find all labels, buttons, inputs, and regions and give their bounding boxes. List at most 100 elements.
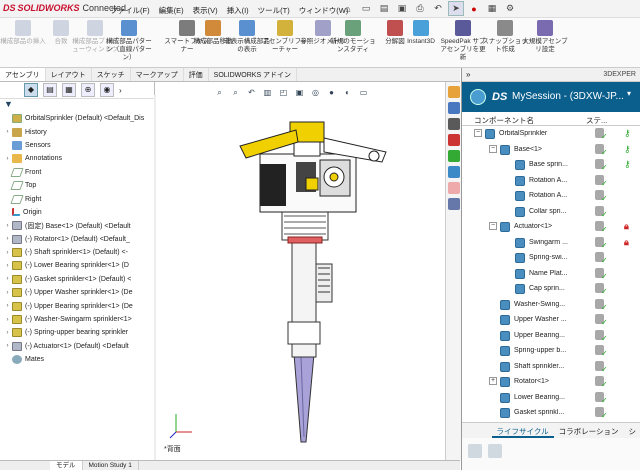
- feature-manager-tab-icon[interactable]: ◆: [24, 83, 38, 97]
- globe-icon[interactable]: [470, 89, 486, 105]
- expand-chevron-icon[interactable]: ›: [3, 236, 12, 242]
- menu-item[interactable]: 編集(E): [159, 6, 184, 15]
- component-row[interactable]: Shaft sprinkler... ✓: [462, 359, 640, 375]
- custom-properties-icon[interactable]: [448, 182, 460, 194]
- tree-item[interactable]: Front: [3, 166, 154, 179]
- component-row[interactable]: Cap sprin... ✓: [462, 281, 640, 297]
- tree-item[interactable]: › (-) Gasket sprinkler<1> (Default) <: [3, 273, 154, 286]
- tree-item[interactable]: Mates: [3, 353, 154, 366]
- component-name-column[interactable]: コンポーネント名: [474, 115, 534, 126]
- ribbon-button[interactable]: 大規模アセンブリ設定: [522, 20, 568, 54]
- design-library-icon[interactable]: [448, 118, 460, 130]
- chevron-down-icon[interactable]: ▾: [627, 89, 631, 98]
- sprinkler-3d-model[interactable]: [156, 82, 456, 460]
- panel-bottom-tab[interactable]: シ: [624, 423, 640, 438]
- status-column[interactable]: ステ...: [586, 115, 607, 126]
- expand-chevron-icon[interactable]: ›: [3, 263, 12, 269]
- expand-chevron-icon[interactable]: ›: [3, 317, 12, 323]
- component-row[interactable]: Rotation A... ✓: [462, 173, 640, 189]
- component-row[interactable]: Rotation A... ✓: [462, 188, 640, 204]
- menu-item[interactable]: ファイル(F): [110, 6, 150, 15]
- expand-chevron-icon[interactable]: ›: [3, 129, 12, 135]
- expand-chevron-icon[interactable]: ›: [3, 343, 12, 349]
- tree-item[interactable]: Right: [3, 192, 154, 205]
- filter-icon[interactable]: [488, 444, 502, 458]
- bottom-tab[interactable]: モデル: [50, 461, 83, 470]
- expand-toggle-icon[interactable]: −: [474, 129, 482, 137]
- command-tab[interactable]: マークアップ: [131, 68, 184, 81]
- select-arrow-icon[interactable]: ➤: [448, 1, 464, 16]
- unlocked-key-icon[interactable]: ⚷: [624, 128, 631, 139]
- new-document-icon[interactable]: ▭: [358, 1, 374, 16]
- unlocked-key-icon[interactable]: ⚷: [624, 144, 631, 155]
- home-task-icon[interactable]: [448, 86, 460, 98]
- panel-bottom-tab[interactable]: コラボレーション: [554, 423, 624, 438]
- home-icon[interactable]: ⌂: [340, 1, 356, 16]
- save-icon[interactable]: ▣: [394, 1, 410, 16]
- expand-chevron-icon[interactable]: ›: [3, 276, 12, 282]
- tree-item[interactable]: › (-) Shaft sprinkler<1> (Default) <-: [3, 246, 154, 259]
- component-row[interactable]: Lower Bearing... ✓: [462, 390, 640, 406]
- file-properties-icon[interactable]: ▦: [484, 1, 500, 16]
- 3dexperience-icon[interactable]: [448, 198, 460, 210]
- undo-icon[interactable]: ↶: [430, 1, 446, 16]
- tree-item[interactable]: Origin: [3, 206, 154, 219]
- tree-item[interactable]: › Annotations: [3, 152, 154, 165]
- property-manager-tab-icon[interactable]: ▤: [43, 83, 57, 97]
- tree-item[interactable]: › (-) Rotator<1> (Default) <Default_: [3, 233, 154, 246]
- command-tab[interactable]: SOLIDWORKS アドイン: [209, 68, 298, 81]
- component-row[interactable]: Name Plat... ✓: [462, 266, 640, 282]
- tree-item[interactable]: › (-) Washer-Swingarm sprinkler<1>: [3, 313, 154, 326]
- expand-chevron-icon[interactable]: ›: [3, 156, 12, 162]
- tree-item[interactable]: › (-) Actuator<1> (Default) <Default: [3, 340, 154, 353]
- component-row[interactable]: − OrbitalSprinkler ✓ ⚷: [462, 126, 640, 142]
- component-row[interactable]: Upper Bearing... ✓: [462, 328, 640, 344]
- tree-item[interactable]: › (-) Upper Washer sprinkler<1> (De: [3, 286, 154, 299]
- tree-item[interactable]: › (-) Spring-upper bearing sprinkler: [3, 326, 154, 339]
- file-explorer-icon[interactable]: [448, 134, 460, 146]
- tree-item[interactable]: › (固定) Base<1> (Default) <Default: [3, 219, 154, 232]
- configuration-manager-tab-icon[interactable]: ▦: [62, 83, 76, 97]
- component-row[interactable]: + Rotator<1> ✓: [462, 374, 640, 390]
- command-tab[interactable]: アセンブリ: [0, 68, 46, 81]
- command-tab[interactable]: レイアウト: [46, 68, 92, 81]
- component-row[interactable]: Swingarm ... ✓ 🔒︎: [462, 235, 640, 251]
- component-row[interactable]: Upper Washer ... ✓: [462, 312, 640, 328]
- tree-item[interactable]: Sensors: [3, 139, 154, 152]
- command-tab[interactable]: スケッチ: [92, 68, 131, 81]
- menu-item[interactable]: ツール(T): [258, 6, 290, 15]
- dimxpert-manager-tab-icon[interactable]: ⊕: [81, 83, 95, 97]
- resources-task-icon[interactable]: [448, 102, 460, 114]
- locked-padlock-icon[interactable]: 🔒︎: [624, 237, 629, 248]
- ribbon-button[interactable]: Instant3D: [398, 20, 444, 46]
- ribbon-button[interactable]: 新規のモーションスタディ: [330, 20, 376, 54]
- refresh-icon[interactable]: [468, 444, 482, 458]
- component-row[interactable]: Gasket sprinkl... ✓: [462, 405, 640, 421]
- expand-chevron-icon[interactable]: ›: [3, 250, 12, 256]
- locked-padlock-icon[interactable]: 🔒︎: [624, 221, 629, 232]
- view-palette-icon[interactable]: [448, 150, 460, 162]
- collapse-arrows-icon[interactable]: »: [466, 70, 470, 79]
- print-icon[interactable]: ⎙: [412, 1, 428, 16]
- expand-chevron-icon[interactable]: ›: [3, 223, 12, 229]
- rebuild-icon[interactable]: ●: [466, 1, 482, 16]
- open-folder-icon[interactable]: ▤: [376, 1, 392, 16]
- menu-item[interactable]: 挿入(I): [227, 6, 249, 15]
- tree-item[interactable]: OrbitalSprinkler (Default) <Default_Dis: [3, 112, 154, 125]
- bottom-tab[interactable]: Motion Study 1: [83, 461, 139, 470]
- expand-toggle-icon[interactable]: −: [489, 144, 497, 153]
- expand-chevron-icon[interactable]: ›: [3, 330, 12, 336]
- component-row[interactable]: − Actuator<1> ✓ 🔒︎: [462, 219, 640, 235]
- component-row[interactable]: Collar spri... ✓: [462, 204, 640, 220]
- component-row[interactable]: − Base<1> ✓ ⚷: [462, 142, 640, 158]
- component-row[interactable]: Washer-Swing... ✓: [462, 297, 640, 313]
- graphics-viewport[interactable]: ⌕ ⌕ ↶ ▥ ◰ ▣ ◎ ● ◐ ▭ *背面: [156, 82, 460, 460]
- more-tabs-chevron-icon[interactable]: ›: [119, 86, 122, 95]
- tree-item[interactable]: › History: [3, 125, 154, 138]
- options-gear-icon[interactable]: ⚙: [502, 1, 518, 16]
- command-tab[interactable]: 評価: [184, 68, 209, 81]
- component-row[interactable]: Spring-swi... ✓: [462, 250, 640, 266]
- expand-chevron-icon[interactable]: ›: [3, 303, 12, 309]
- filter-funnel-icon[interactable]: ▼: [0, 99, 154, 112]
- tree-item[interactable]: Top: [3, 179, 154, 192]
